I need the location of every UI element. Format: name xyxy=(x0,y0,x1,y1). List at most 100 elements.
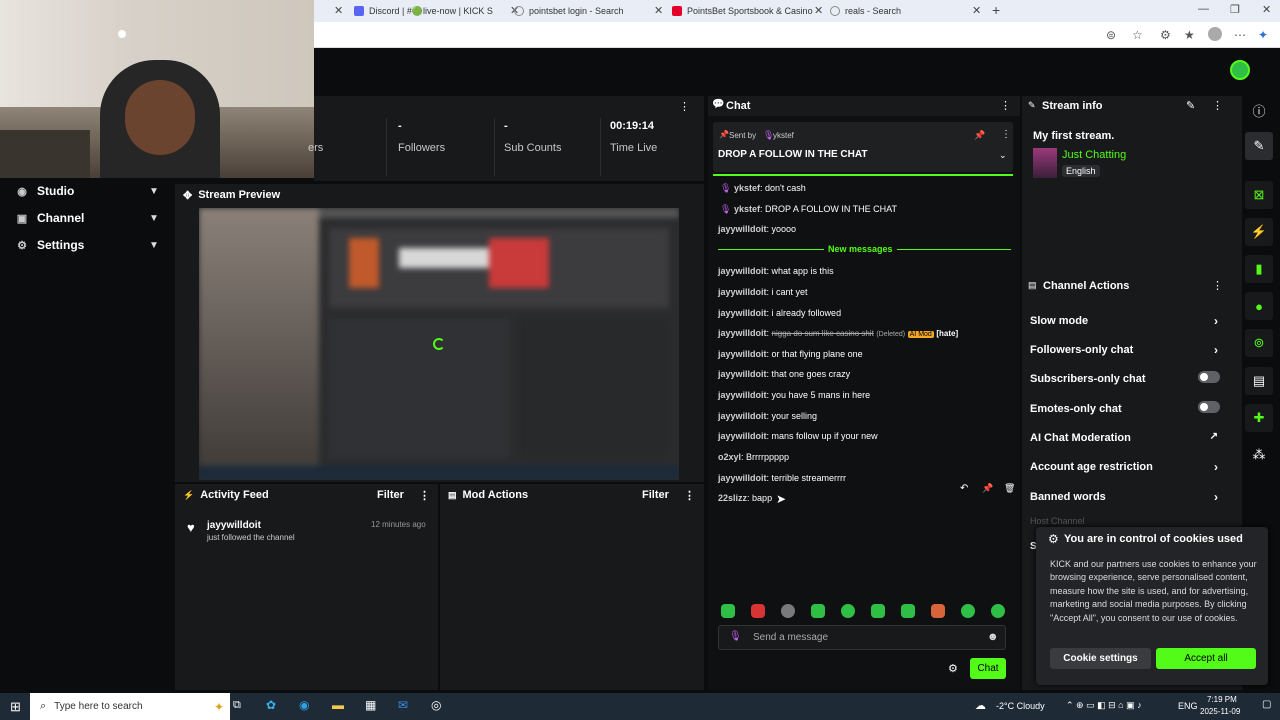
apps-icon[interactable]: ⁂ xyxy=(1245,441,1273,469)
notifications-icon[interactable]: ▢ xyxy=(1262,699,1271,710)
info-icon[interactable]: ⓘ xyxy=(1245,96,1273,124)
more-icon[interactable]: ⋮ xyxy=(1000,99,1011,112)
pinned-message[interactable]: 📌 Sent by 🎙 ykstef DROP A FOLLOW IN THE … xyxy=(713,122,1013,172)
chat-message[interactable]: jayywilldoit: i already followed xyxy=(718,308,841,318)
tab-discord[interactable]: Discord | #🟢live-now | KICK S xyxy=(354,2,504,20)
emote-icon[interactable] xyxy=(961,604,975,618)
chat-message[interactable]: 🎙 ykstef: don't cash xyxy=(718,183,806,194)
action-emotes-only[interactable]: Emotes-only chat xyxy=(1030,401,1230,415)
chat-input[interactable]: 🎙 Send a message ☻ xyxy=(718,625,1006,650)
gear-icon[interactable]: ⚙ xyxy=(948,662,958,675)
more-icon[interactable]: ⋮ xyxy=(419,489,430,502)
minimize-icon[interactable]: — xyxy=(1198,3,1209,15)
close-icon[interactable]: ✕ xyxy=(334,4,343,17)
edit-icon[interactable]: ✎ xyxy=(1245,132,1273,160)
emote-icon[interactable] xyxy=(841,604,855,618)
task-view-icon[interactable]: ⧉ xyxy=(233,699,241,712)
undo-icon[interactable]: ↶ xyxy=(960,483,968,494)
emote-icon[interactable] xyxy=(871,604,885,618)
chat-message[interactable]: jayywilldoit: terrible streamerrrr xyxy=(718,473,846,483)
emote-icon[interactable] xyxy=(751,604,765,618)
store-icon[interactable]: ▦ xyxy=(365,698,376,712)
profile-avatar[interactable] xyxy=(1208,27,1222,41)
emote-icon[interactable] xyxy=(781,604,795,618)
new-tab-icon[interactable]: + xyxy=(992,2,1000,18)
category-thumbnail[interactable] xyxy=(1033,148,1057,178)
wrench-icon[interactable]: ✚ xyxy=(1245,404,1273,432)
copilot-icon[interactable]: ✦ xyxy=(1258,28,1268,42)
emotes-only-toggle[interactable] xyxy=(1198,401,1220,413)
favorites-icon[interactable]: ★ xyxy=(1184,28,1195,42)
stream-preview-video[interactable] xyxy=(199,208,679,480)
close-icon[interactable]: ✕ xyxy=(972,4,981,17)
chat-message[interactable]: jayywilldoit: your selling xyxy=(718,411,817,421)
unpin-icon[interactable]: 📌 xyxy=(974,130,985,141)
pencil-icon[interactable]: ✎ xyxy=(1186,99,1195,112)
sidebar-item-settings[interactable]: ⚙ Settings ▼ xyxy=(16,238,159,252)
layout-icon[interactable]: ▤ xyxy=(1245,367,1273,395)
subscribers-only-toggle[interactable] xyxy=(1198,371,1220,383)
drag-handle-icon[interactable]: ✥ xyxy=(183,189,192,202)
more-icon[interactable]: ⋮ xyxy=(684,489,695,502)
chat-message-deleted[interactable]: jayywilldoit: nigga do sum like casino s… xyxy=(718,328,958,338)
pin-icon[interactable]: 📌 xyxy=(982,483,993,494)
action-host-channel[interactable]: Host Channel xyxy=(1030,516,1230,526)
close-icon[interactable]: ✕ xyxy=(814,4,823,17)
chat-message[interactable]: 🎙 ykstef: DROP A FOLLOW IN THE CHAT xyxy=(718,204,897,215)
chat-message[interactable]: jayywilldoit: that one goes crazy xyxy=(718,369,850,379)
clock-time[interactable]: 7:19 PM xyxy=(1207,695,1237,704)
sidebar-item-channel[interactable]: ▣ Channel ▼ xyxy=(16,211,159,225)
weather-text[interactable]: -2°C Cloudy xyxy=(996,701,1045,711)
more-icon[interactable]: ⋮ xyxy=(1212,279,1223,292)
chat-message[interactable]: jayywilldoit: i cant yet xyxy=(718,287,808,297)
emoji-icon[interactable]: ☻ xyxy=(987,631,999,643)
window-close-icon[interactable]: ✕ xyxy=(1262,3,1271,16)
rail-icon[interactable]: ⊠ xyxy=(1245,181,1273,209)
taskbar-search[interactable]: ⌕ Type here to search ✦ xyxy=(30,693,230,720)
filter-button[interactable]: Filter xyxy=(642,489,669,501)
emote-icon[interactable] xyxy=(901,604,915,618)
category-link[interactable]: Just Chatting xyxy=(1062,149,1126,161)
tab-reals-search[interactable]: reals - Search xyxy=(830,2,970,20)
chat-message[interactable]: jayywilldoit: yoooo xyxy=(718,224,796,234)
tab-pointsbet[interactable]: PointsBet Sportsbook & Casino xyxy=(672,2,822,20)
user-avatar[interactable] xyxy=(1230,60,1250,80)
language-indicator[interactable]: ENG xyxy=(1178,701,1198,711)
chat-message[interactable]: jayywilldoit: or that flying plane one xyxy=(718,349,863,359)
chevron-down-icon[interactable]: ⌄ xyxy=(999,150,1007,161)
address-bar[interactable]: ⊜ ☆ ⚙ ★ ⋯ ✦ xyxy=(314,22,1280,48)
read-aloud-icon[interactable]: ⊜ xyxy=(1106,28,1116,42)
mail-icon[interactable]: ✉ xyxy=(398,698,408,712)
send-chat-button[interactable]: Chat xyxy=(970,658,1006,679)
broadcast-icon[interactable]: ⊚ xyxy=(1245,329,1273,357)
action-account-age[interactable]: Account age restriction › xyxy=(1030,460,1230,474)
sidebar-item-studio[interactable]: ◉ Studio ▼ xyxy=(16,184,159,198)
emote-icon[interactable] xyxy=(811,604,825,618)
action-slow-mode[interactable]: Slow mode › xyxy=(1030,314,1230,328)
action-subscribers-only[interactable]: Subscribers-only chat xyxy=(1030,371,1230,385)
action-followers-only[interactable]: Followers-only chat › xyxy=(1030,343,1230,357)
trash-icon[interactable]: 🗑 xyxy=(1004,483,1015,494)
chat-message[interactable]: o2xyl: Brrrrppppp xyxy=(718,452,789,462)
extensions-icon[interactable]: ⚙ xyxy=(1160,28,1171,42)
close-icon[interactable]: ✕ xyxy=(654,4,663,17)
action-banned-words[interactable]: Banned words › xyxy=(1030,490,1230,504)
emote-icon[interactable] xyxy=(721,604,735,618)
more-icon[interactable]: ⋮ xyxy=(1001,129,1011,140)
tab-pointsbet-search[interactable]: pointsbet login - Search xyxy=(514,2,654,20)
accept-all-button[interactable]: Accept all xyxy=(1156,648,1256,669)
file-explorer-icon[interactable]: ▬ xyxy=(332,698,344,712)
chat-message[interactable]: jayywilldoit: mans follow up if your new xyxy=(718,431,878,441)
filter-button[interactable]: Filter xyxy=(377,489,404,501)
edge-icon[interactable]: ◉ xyxy=(299,698,309,712)
chat-message-hovered[interactable]: 22slizz: bapp xyxy=(718,493,772,503)
chat-bubble-icon[interactable]: ● xyxy=(1245,292,1273,320)
maximize-icon[interactable]: ❐ xyxy=(1230,3,1240,16)
chat-message[interactable]: jayywilldoit: you have 5 mans in here xyxy=(718,390,870,400)
emote-icon[interactable] xyxy=(991,604,1005,618)
activity-user[interactable]: jayywilldoit xyxy=(207,520,261,531)
copilot-icon[interactable]: ✿ xyxy=(266,698,276,712)
more-icon[interactable]: ⋯ xyxy=(1234,28,1246,42)
windows-start-icon[interactable]: ⊞ xyxy=(10,699,21,715)
more-icon[interactable]: ⋮ xyxy=(1212,99,1223,112)
